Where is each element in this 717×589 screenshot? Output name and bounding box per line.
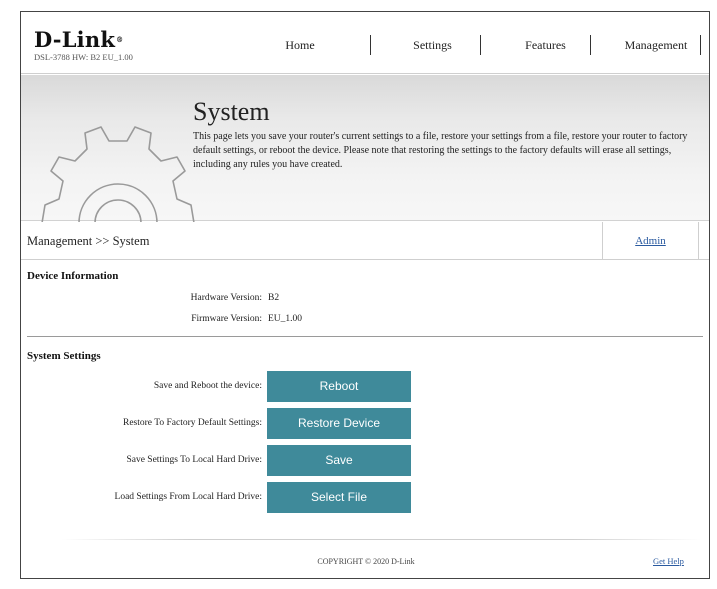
admin-box: Admin [602, 222, 699, 260]
admin-link[interactable]: Admin [635, 235, 666, 247]
nav-features[interactable]: Features [496, 34, 595, 56]
logo-registered-mark: ® [116, 35, 124, 44]
page-description: This page lets you save your router's cu… [193, 131, 688, 171]
reboot-label: Save and Reboot the device: [153, 381, 262, 391]
nav-home[interactable]: Home [243, 34, 357, 56]
load-settings-label: Load Settings From Local Hard Drive: [114, 492, 262, 502]
top-header: D-Link® DSL-3788 HW: B2 EU_1.00 Home Set… [21, 12, 709, 74]
page-banner: System This page lets you save your rout… [21, 75, 709, 224]
select-file-button[interactable]: Select File [267, 482, 411, 513]
nav-settings[interactable]: Settings [383, 34, 482, 56]
page-title: System [193, 97, 270, 126]
copyright-text: COPYRIGHT © 2020 D-Link [317, 557, 415, 566]
restore-device-button[interactable]: Restore Device [267, 408, 411, 439]
hardware-version-label: Hardware Version: [190, 293, 262, 303]
nav-management[interactable]: Management [605, 34, 707, 56]
get-help-link[interactable]: Get Help [653, 556, 684, 566]
nav-separator [480, 35, 481, 55]
reboot-button[interactable]: Reboot [267, 371, 411, 402]
nav-separator [700, 35, 701, 55]
main-nav: Home Settings Features Management [243, 34, 709, 56]
hardware-version-value: B2 [268, 293, 280, 303]
firmware-version-value: EU_1.00 [268, 314, 303, 324]
footer-divider [61, 539, 701, 540]
save-settings-label: Save Settings To Local Hard Drive: [126, 455, 262, 465]
section-divider [27, 336, 703, 337]
device-info-title: Device Information [27, 270, 119, 282]
breadcrumb-bar: Management >> System Admin [21, 222, 709, 260]
gear-icon [41, 126, 195, 224]
breadcrumb: Management >> System [27, 234, 150, 248]
save-button[interactable]: Save [267, 445, 411, 476]
logo-text: D-Link [34, 27, 116, 52]
dlink-logo: D-Link® [34, 29, 123, 51]
nav-separator [370, 35, 371, 55]
system-settings-title: System Settings [27, 350, 101, 362]
router-admin-page: D-Link® DSL-3788 HW: B2 EU_1.00 Home Set… [20, 11, 710, 579]
nav-separator [590, 35, 591, 55]
model-info: DSL-3788 HW: B2 EU_1.00 [34, 52, 133, 62]
restore-label: Restore To Factory Default Settings: [123, 418, 262, 428]
firmware-version-label: Firmware Version: [191, 314, 262, 324]
